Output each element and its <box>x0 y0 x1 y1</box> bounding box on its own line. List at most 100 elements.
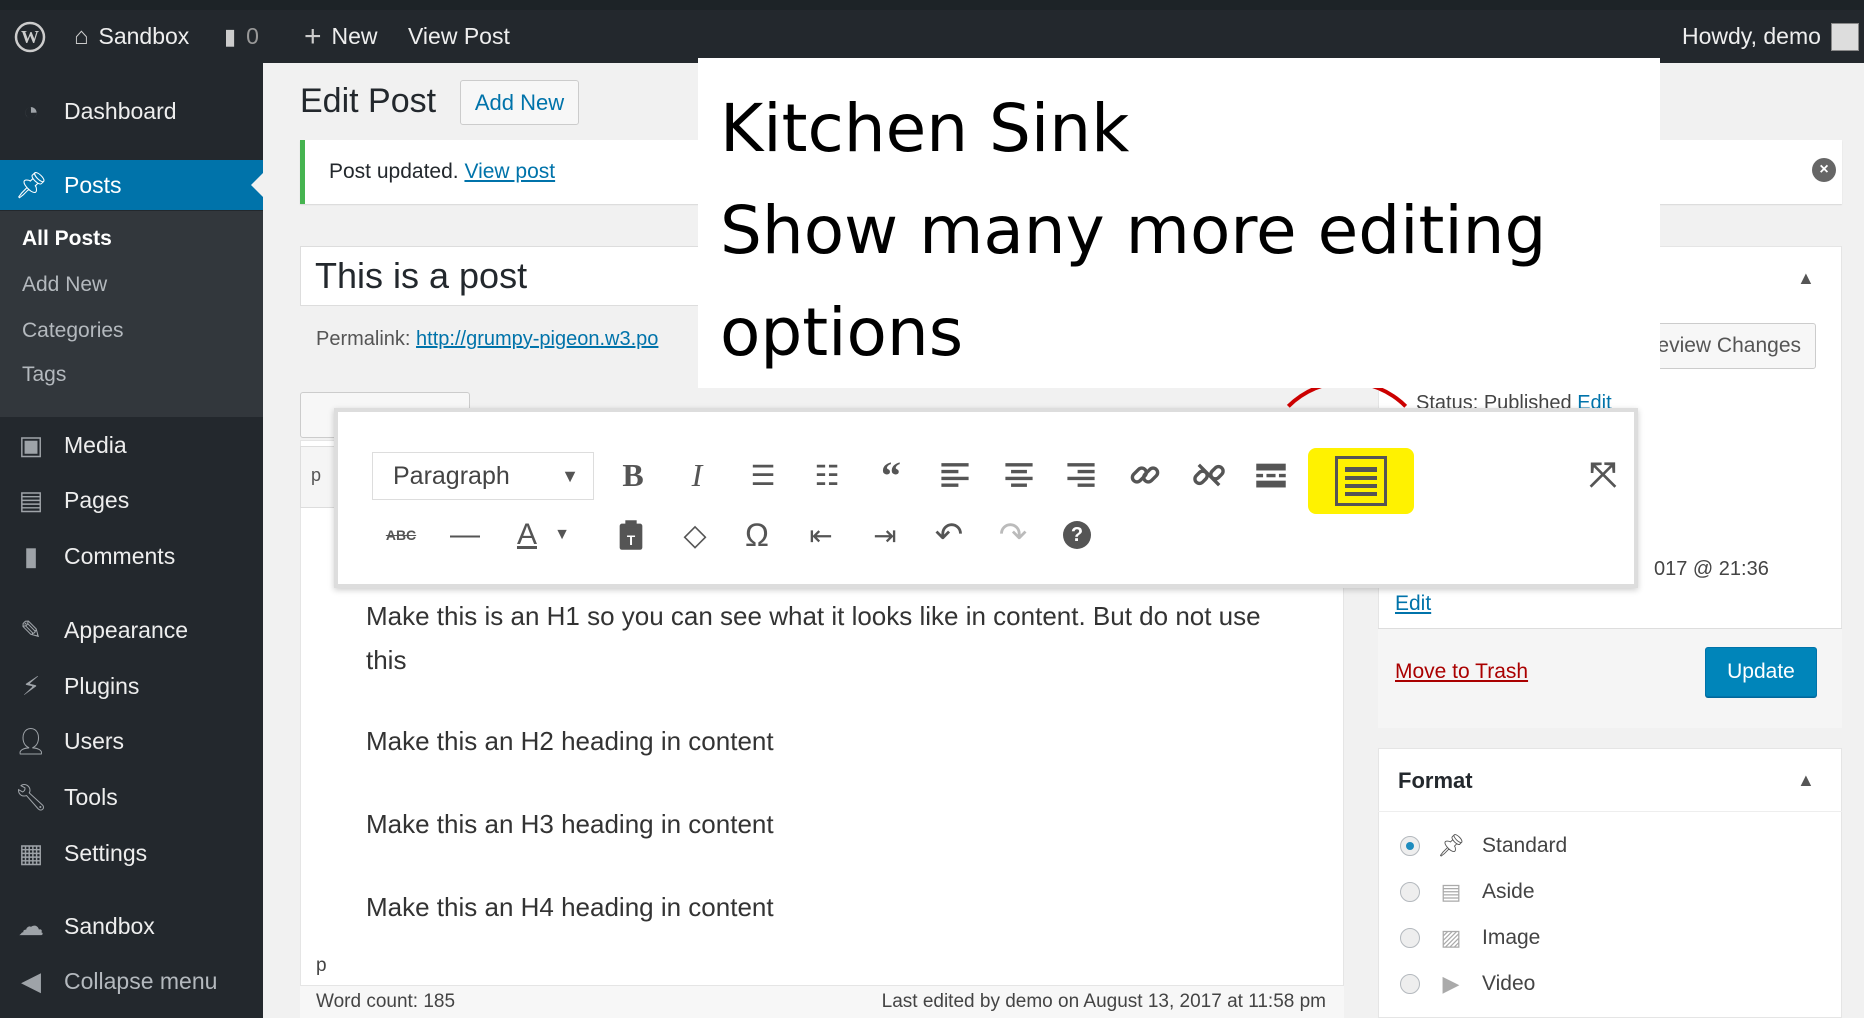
undo-icon[interactable]: ↶ <box>924 510 974 560</box>
admin-sidebar: ◔ Dashboard 📌︎ Posts All Posts Add New Cat… <box>0 63 263 1018</box>
align-left-icon[interactable] <box>930 450 980 500</box>
new-content-link[interactable]: + New <box>304 10 378 63</box>
annotation-circle <box>1262 380 1432 550</box>
paragraph-2[interactable]: Make this an H2 heading in content <box>366 719 1266 763</box>
menu-comments[interactable]: ▮ Comments <box>0 531 263 581</box>
image-icon: ▨ <box>1440 925 1462 950</box>
permalink-url[interactable]: http://grumpy-pigeon.w3.po <box>416 328 658 350</box>
insert-link-icon[interactable] <box>1120 450 1170 500</box>
special-character-icon[interactable]: Ω <box>732 510 782 560</box>
paste-as-text-icon[interactable]: T <box>606 510 656 560</box>
format-option-image[interactable]: ▨ Image <box>1400 918 1540 958</box>
menu-label: Comments <box>64 542 176 569</box>
submenu-tags[interactable]: Tags <box>22 363 66 387</box>
menu-media[interactable]: ▣ Media <box>0 420 263 470</box>
media-icon: ▣ <box>18 429 44 460</box>
format-label: Aside <box>1482 880 1535 903</box>
clear-formatting-icon[interactable]: ◇ <box>670 510 720 560</box>
menu-pages[interactable]: ▤ Pages <box>0 475 263 525</box>
submenu-add-new[interactable]: Add New <box>22 273 107 297</box>
add-new-button[interactable]: Add New <box>460 80 579 125</box>
menu-settings[interactable]: ▦ Settings <box>0 828 263 878</box>
collapse-arrow-icon[interactable]: ▲ <box>1797 268 1815 289</box>
strikethrough-icon[interactable]: ABC <box>376 510 426 560</box>
update-button[interactable]: Update <box>1705 647 1817 697</box>
preview-changes-button[interactable]: eview Changes <box>1640 323 1816 369</box>
paragraph-3[interactable]: Make this an H3 heading in content <box>366 802 1266 846</box>
last-edited: Last edited by demo on August 13, 2017 a… <box>881 991 1326 1012</box>
menu-label: Settings <box>64 839 148 866</box>
settings-icon: ▦ <box>18 837 44 868</box>
unlink-icon[interactable] <box>1184 450 1234 500</box>
menu-label: Media <box>64 431 127 458</box>
align-right-icon[interactable] <box>1056 450 1106 500</box>
menu-sandbox[interactable]: ☁ Sandbox <box>0 901 263 951</box>
published-date: 017 @ 21:36 <box>1654 558 1769 580</box>
date-edit-link[interactable]: Edit <box>1395 592 1431 616</box>
comments-link[interactable]: ▮ 0 <box>224 10 259 63</box>
new-label: New <box>331 23 378 49</box>
menu-plugins[interactable]: ⚡︎ Plugins <box>0 661 263 711</box>
callout-line-3: options <box>720 294 964 371</box>
comment-bubble-icon: ▮ <box>224 23 237 49</box>
indent-icon[interactable]: ⇥ <box>860 510 910 560</box>
admin-bar: W ⌂ Sandbox ▮ 0 + New View Post Howdy, d… <box>0 10 1864 63</box>
site-name-link[interactable]: ⌂ Sandbox <box>74 10 189 63</box>
menu-appearance[interactable]: ✎ Appearance <box>0 605 263 655</box>
redo-icon[interactable]: ↷ <box>988 510 1038 560</box>
menu-posts[interactable]: 📌︎ Posts <box>0 160 263 210</box>
home-icon: ⌂ <box>74 22 89 50</box>
plugins-icon: ⚡︎ <box>21 670 41 701</box>
chevron-down-icon[interactable]: ▼ <box>550 510 574 560</box>
notice-text: Post updated. <box>329 160 459 183</box>
radio-button[interactable] <box>1400 882 1420 902</box>
align-center-icon[interactable] <box>994 450 1044 500</box>
annotation-callout: Kitchen Sink Show many more editing opti… <box>698 58 1660 388</box>
outdent-icon[interactable]: ⇤ <box>796 510 846 560</box>
menu-tools[interactable]: 🔧︎ Tools <box>0 772 263 822</box>
comments-count: 0 <box>246 23 259 49</box>
my-account-link[interactable]: Howdy, demo <box>1682 10 1859 63</box>
numbered-list-icon[interactable]: ☷ <box>802 450 852 500</box>
format-option-aside[interactable]: ▤ Aside <box>1400 872 1535 912</box>
format-select[interactable]: Paragraph ▼ <box>372 452 594 500</box>
bold-button[interactable]: B <box>608 450 658 500</box>
move-to-trash-link[interactable]: Move to Trash <box>1395 660 1528 684</box>
text-color-icon[interactable]: A <box>502 510 552 560</box>
format-title: Format <box>1378 748 1842 812</box>
word-count-bar: Word count: 185 Last edited by demo on A… <box>300 985 1344 1018</box>
collapse-arrow-icon[interactable]: ▲ <box>1797 770 1815 791</box>
chevron-down-icon: ▼ <box>561 466 579 486</box>
menu-users[interactable]: 👤︎ Users <box>0 716 263 766</box>
cloud-icon: ☁ <box>18 910 44 941</box>
avatar <box>1830 22 1859 51</box>
submenu-all-posts[interactable]: All Posts <box>22 227 112 251</box>
bulleted-list-icon[interactable]: ☰ <box>738 450 788 500</box>
submenu-categories[interactable]: Categories <box>22 319 124 343</box>
collapse-menu-button[interactable]: ◀ Collapse menu <box>0 956 263 1006</box>
format-option-standard[interactable]: 📌︎ Standard <box>1400 826 1567 866</box>
format-option-video[interactable]: ▶ Video <box>1400 964 1535 1004</box>
radio-button[interactable] <box>1400 974 1420 994</box>
video-icon: ▶ <box>1442 971 1460 996</box>
view-post-notice-link[interactable]: View post <box>464 160 555 183</box>
pages-icon: ▤ <box>18 484 44 515</box>
menu-dashboard[interactable]: ◔ Dashboard <box>0 86 263 136</box>
wordpress-logo-icon[interactable]: W <box>14 10 46 63</box>
radio-button[interactable] <box>1400 836 1420 856</box>
dashboard-icon: ◔ <box>23 95 39 126</box>
view-post-link[interactable]: View Post <box>408 10 510 63</box>
horizontal-line-icon[interactable]: — <box>440 510 490 560</box>
italic-button[interactable]: I <box>672 450 722 500</box>
paragraph-4[interactable]: Make this an H4 heading in content <box>366 885 1266 929</box>
menu-label: Users <box>64 727 125 754</box>
fullscreen-icon[interactable]: ⤧ <box>1578 450 1628 500</box>
menu-label: Pages <box>64 486 130 513</box>
word-count: Word count: 185 <box>316 991 456 1012</box>
radio-button[interactable] <box>1400 928 1420 948</box>
howdy-label: Howdy, demo <box>1682 23 1821 49</box>
dismiss-notice-icon[interactable]: × <box>1812 158 1836 182</box>
blockquote-icon[interactable]: “ <box>866 450 916 500</box>
help-icon[interactable]: ? <box>1052 510 1102 560</box>
paragraph-1[interactable]: Make this is an H1 so you can see what i… <box>366 594 1266 682</box>
